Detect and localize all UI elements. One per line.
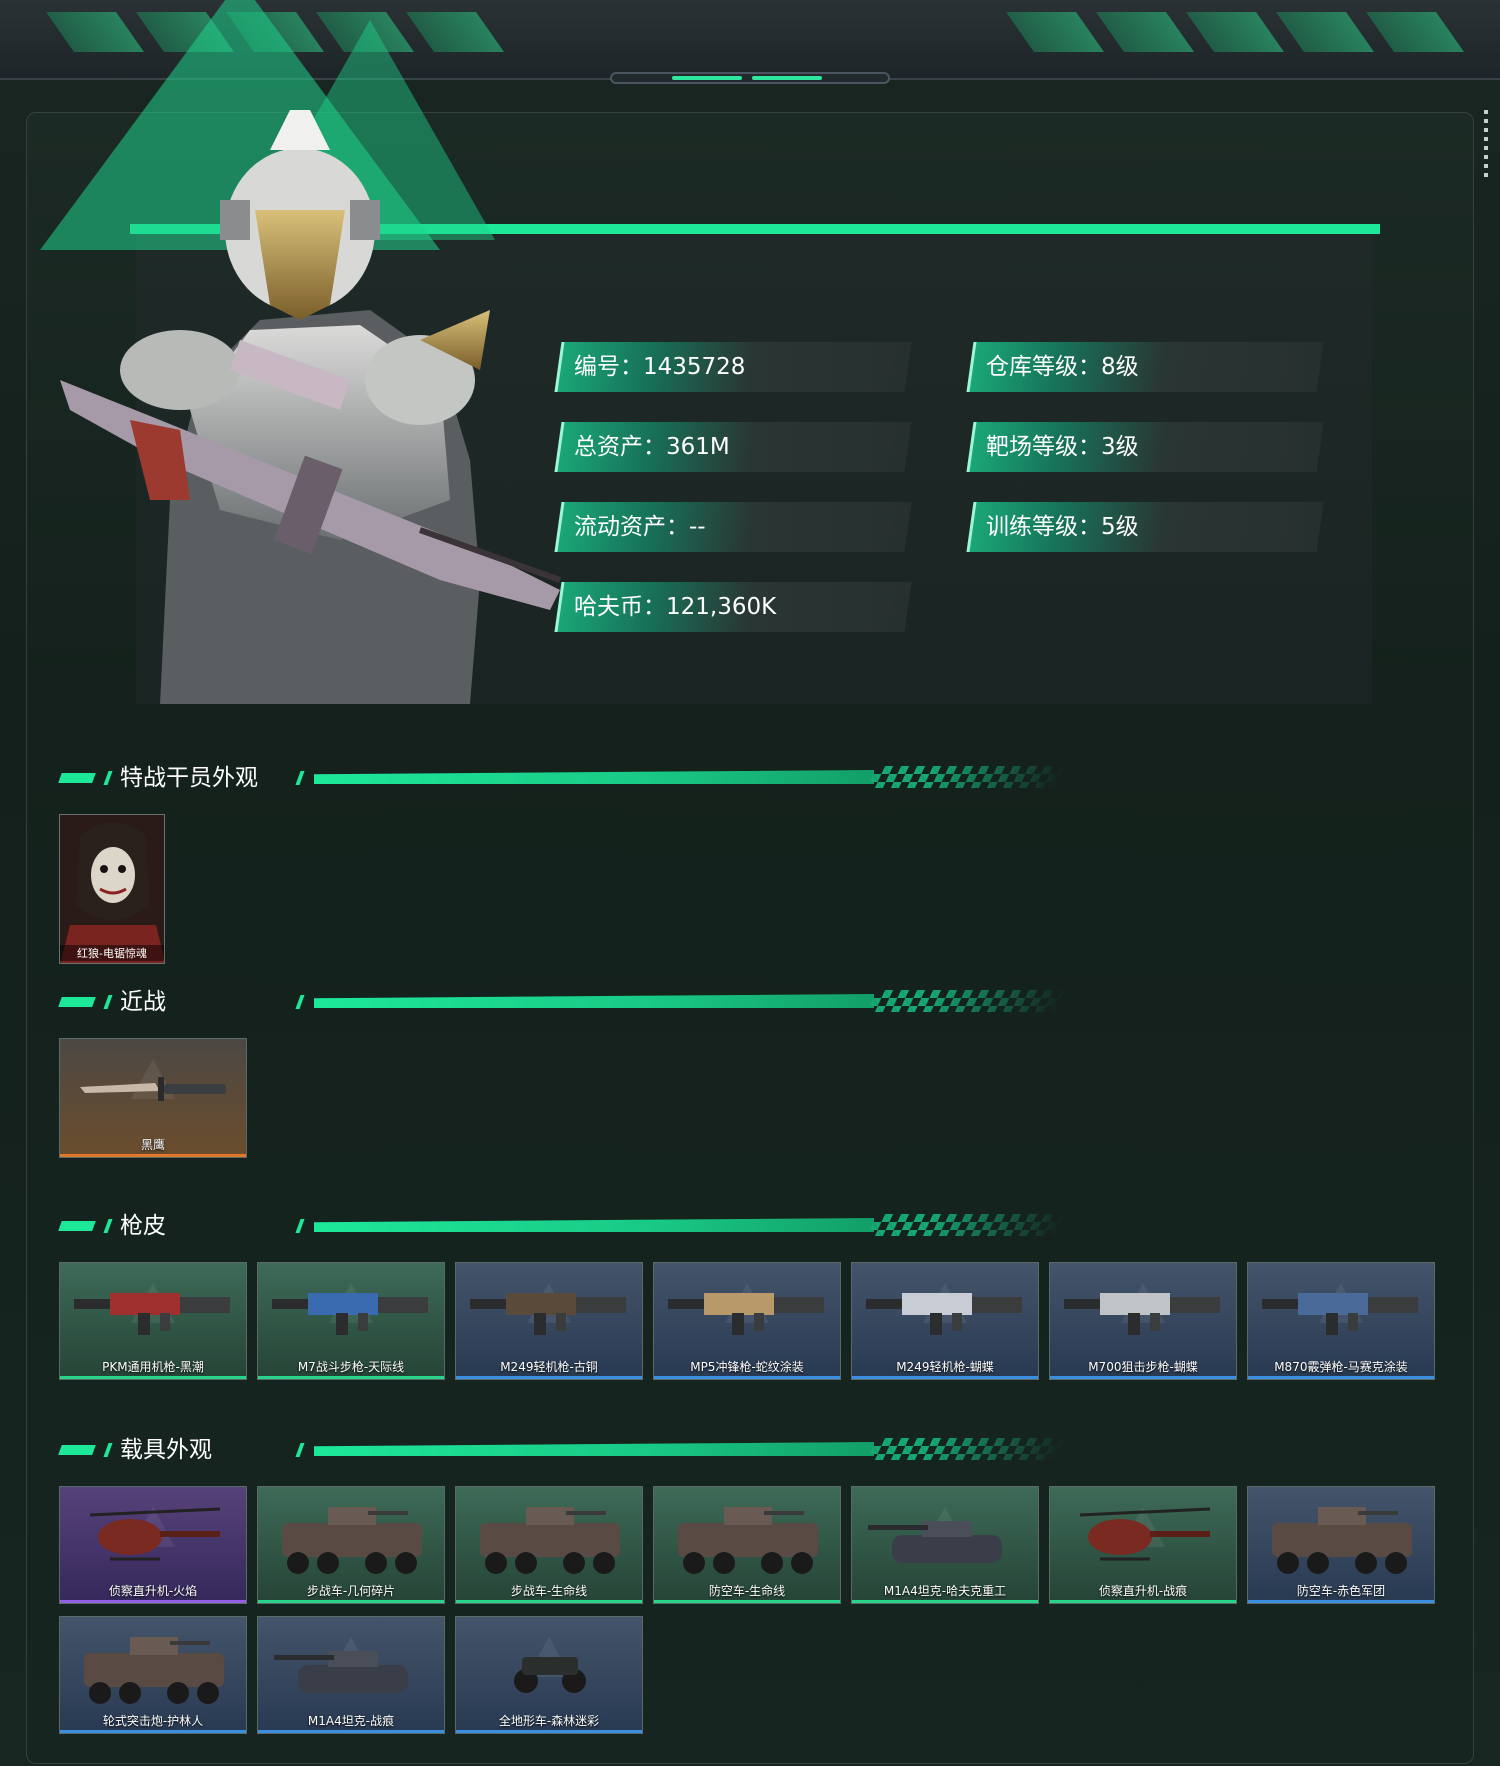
section-header-weapon-skins: 枪皮 — [58, 1210, 1068, 1242]
vehicle-skin-card[interactable]: 防空车-赤色军团 — [1247, 1486, 1435, 1604]
rarity-bar — [654, 1376, 840, 1379]
rarity-bar — [258, 1730, 444, 1733]
vehicle-skin-card[interactable]: 侦察直升机-战痕 — [1049, 1486, 1237, 1604]
vehicle-skin-label: 轮式突击炮-护林人 — [102, 1714, 204, 1728]
rarity-bar — [654, 1600, 840, 1603]
vehicle-skin-label: 全地形车-森林迷彩 — [498, 1714, 600, 1728]
section-header-vehicles: 载具外观 — [58, 1434, 1068, 1466]
vehicle-skin-card[interactable]: 步战车-生命线 — [455, 1486, 643, 1604]
rarity-bar — [258, 1376, 444, 1379]
rarity-bar — [456, 1600, 642, 1603]
melee-label: 黑鹰 — [140, 1138, 165, 1152]
stat-liquid-assets: 流动资产：-- — [554, 502, 912, 552]
weapon-skin-label: M700狙击步枪-蝴蝶 — [1088, 1360, 1198, 1374]
stat-warehouse-level-text: 仓库等级：8级 — [986, 354, 1139, 380]
scroll-dots-icon[interactable] — [1484, 110, 1488, 180]
weapon-skin-card[interactable]: MP5冲锋枪-蛇纹涂装 — [653, 1262, 841, 1380]
weapon-skin-card[interactable]: M870霰弹枪-马赛克涂装 — [1247, 1262, 1435, 1380]
vehicle-skin-label: 步战车-生命线 — [510, 1584, 588, 1598]
header-stripes-right — [1005, 12, 1465, 52]
vehicle-skin-label: 步战车-几何碎片 — [306, 1584, 396, 1598]
rarity-bar — [456, 1376, 642, 1379]
stat-total-assets: 总资产：361M — [554, 422, 912, 472]
stat-training-level: 训练等级：5级 — [966, 502, 1324, 552]
weapon-skin-label: M870霰弹枪-马赛克涂装 — [1274, 1360, 1408, 1374]
operator-skin-card[interactable]: 红狼-电锯惊魂 — [59, 814, 165, 964]
rarity-bar — [456, 1730, 642, 1733]
vehicle-skin-label: 防空车-生命线 — [708, 1584, 786, 1598]
section-header-melee: 近战 — [58, 986, 1068, 1018]
weapon-skin-card[interactable]: M7战斗步枪-天际线 — [257, 1262, 445, 1380]
stat-liquid-assets-text: 流动资产：-- — [574, 514, 706, 540]
weapon-skin-label: MP5冲锋枪-蛇纹涂装 — [690, 1360, 804, 1374]
rarity-bar — [1248, 1600, 1434, 1603]
vehicle-skin-card[interactable]: M1A4坦克-哈夫克重工 — [851, 1486, 1039, 1604]
vehicle-skin-card[interactable]: 侦察直升机-火焰 — [59, 1486, 247, 1604]
rarity-bar — [60, 1376, 246, 1379]
operator-skin-label: 红狼-电锯惊魂 — [60, 945, 164, 961]
rarity-bar — [852, 1600, 1038, 1603]
vehicle-skin-card[interactable]: 全地形车-森林迷彩 — [455, 1616, 643, 1734]
operator-skin-icon — [60, 815, 164, 963]
vehicle-skin-card[interactable]: M1A4坦克-战痕 — [257, 1616, 445, 1734]
vehicle-skin-card[interactable]: 步战车-几何碎片 — [257, 1486, 445, 1604]
vehicle-skin-label: 侦察直升机-火焰 — [108, 1584, 198, 1598]
section-header-operator: 特战干员外观 — [58, 762, 1068, 794]
stat-haf-coin: 哈夫币：121,360K — [554, 582, 912, 632]
rarity-bar — [1050, 1600, 1236, 1603]
weapon-skin-label: M7战斗步枪-天际线 — [297, 1360, 405, 1374]
vehicle-skin-label: 防空车-赤色军团 — [1296, 1584, 1386, 1598]
weapon-skin-card[interactable]: M249轻机枪-蝴蝶 — [851, 1262, 1039, 1380]
section-title-melee: 近战 — [120, 989, 166, 1015]
stat-total-assets-text: 总资产：361M — [574, 434, 730, 460]
rarity-bar — [60, 1730, 246, 1733]
vehicle-skin-label: M1A4坦克-哈夫克重工 — [883, 1584, 1007, 1598]
section-title-operator: 特战干员外观 — [120, 765, 258, 791]
weapon-skin-card[interactable]: PKM通用机枪-黑潮 — [59, 1262, 247, 1380]
rarity-bar — [258, 1600, 444, 1603]
stat-training-level-text: 训练等级：5级 — [986, 514, 1139, 540]
header-center-emblem — [610, 72, 890, 84]
operator-portrait-icon — [60, 110, 562, 704]
rarity-bar — [1050, 1376, 1236, 1379]
stat-haf-coin-text: 哈夫币：121,360K — [574, 594, 777, 620]
weapon-skin-label: PKM通用机枪-黑潮 — [102, 1360, 204, 1374]
section-title-weapon-skins: 枪皮 — [120, 1213, 166, 1239]
vehicle-skin-card[interactable]: 防空车-生命线 — [653, 1486, 841, 1604]
weapon-skin-card[interactable]: M700狙击步枪-蝴蝶 — [1049, 1262, 1237, 1380]
vehicle-skin-card[interactable]: 轮式突击炮-护林人 — [59, 1616, 247, 1734]
rarity-bar — [1248, 1376, 1434, 1379]
stat-id-text: 编号：1435728 — [574, 354, 746, 380]
weapon-skin-label: M249轻机枪-古铜 — [500, 1360, 598, 1374]
stat-id: 编号：1435728 — [554, 342, 912, 392]
rarity-bar — [60, 1600, 246, 1603]
stat-warehouse-level: 仓库等级：8级 — [966, 342, 1324, 392]
weapon-skin-card[interactable]: M249轻机枪-古铜 — [455, 1262, 643, 1380]
vehicle-skin-label: 侦察直升机-战痕 — [1098, 1584, 1188, 1598]
stat-range-level-text: 靶场等级：3级 — [986, 434, 1139, 460]
vehicle-skin-label: M1A4坦克-战痕 — [307, 1714, 395, 1728]
page: 编号：1435728 总资产：361M 流动资产：-- 哈夫币：121,360K… — [0, 0, 1500, 1766]
section-title-vehicles: 载具外观 — [120, 1437, 212, 1463]
rarity-bar — [852, 1376, 1038, 1379]
melee-card[interactable]: 黑鹰 — [59, 1038, 247, 1158]
stat-range-level: 靶场等级：3级 — [966, 422, 1324, 472]
weapon-skin-label: M249轻机枪-蝴蝶 — [896, 1360, 994, 1374]
